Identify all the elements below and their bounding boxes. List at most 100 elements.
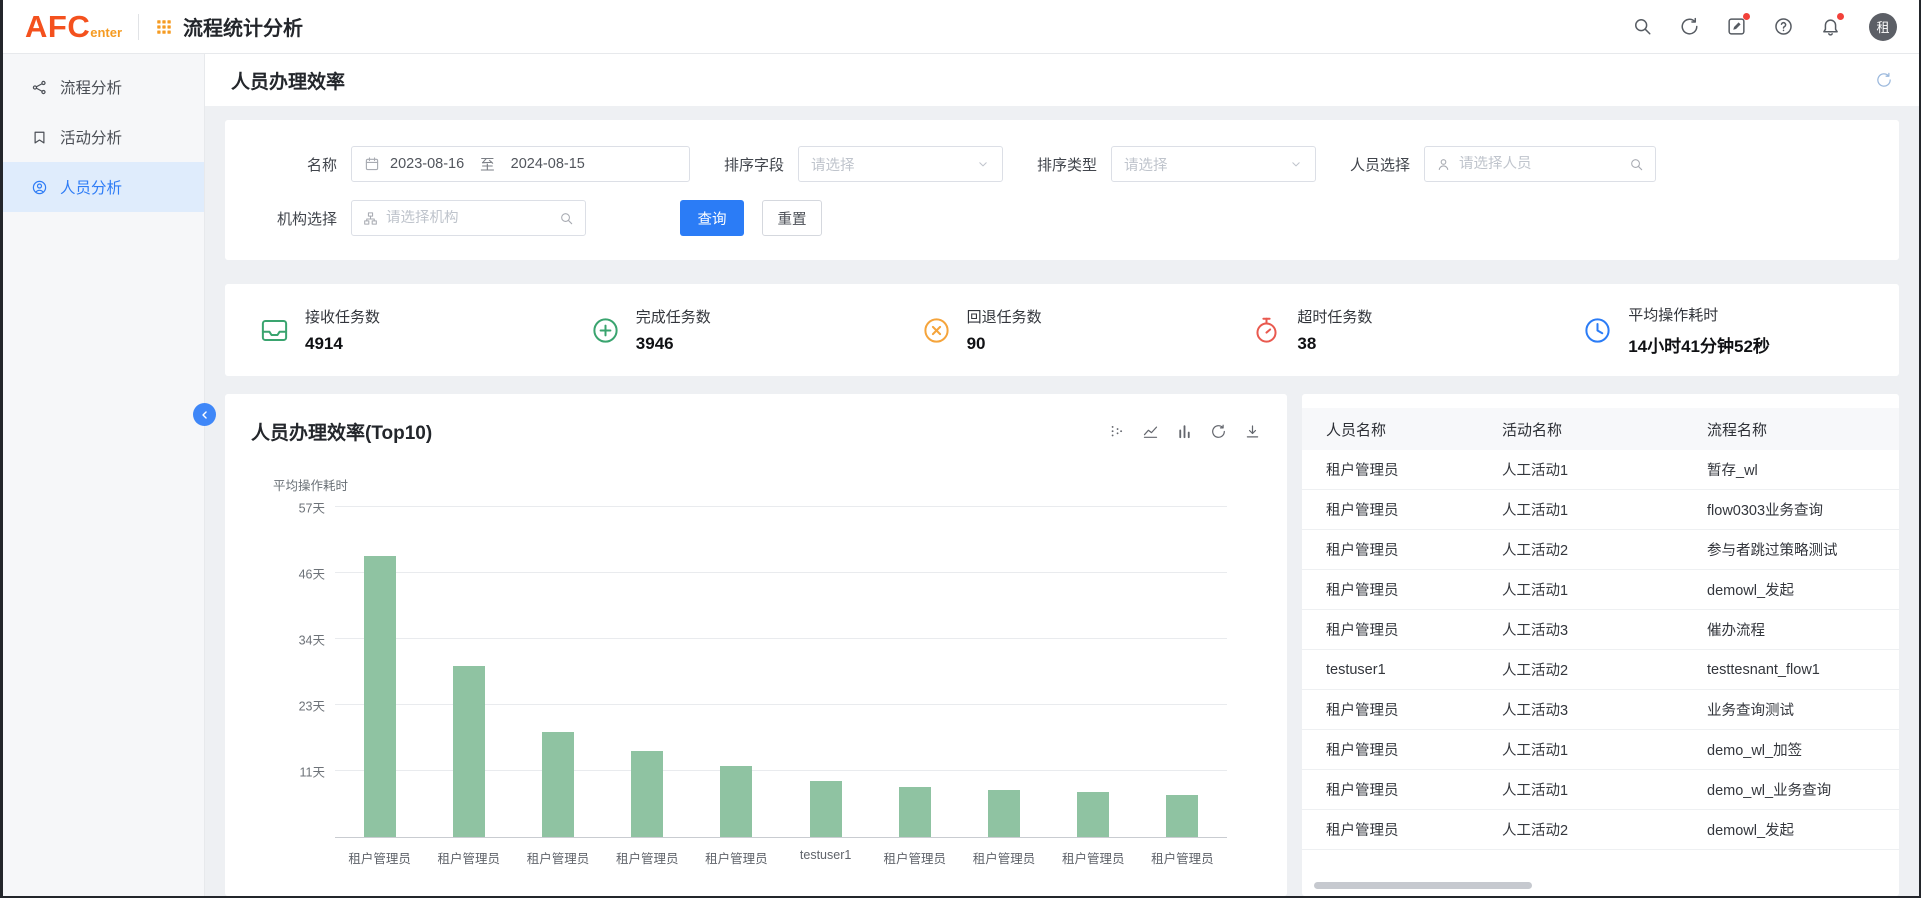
table-row[interactable]: 租户管理员人工活动1demowl_发起 xyxy=(1302,570,1899,610)
start-date[interactable]: 2023-08-16 xyxy=(390,156,464,172)
sidebar-collapse-button[interactable] xyxy=(193,403,216,426)
header-actions xyxy=(1632,16,1841,37)
person-select-input[interactable] xyxy=(1459,156,1621,172)
date-range-picker[interactable]: 2023-08-16 至 2024-08-15 xyxy=(351,146,690,182)
filter-panel: 名称 2023-08-16 至 2024-08-15 排序字段 请选 xyxy=(225,120,1899,260)
search-icon[interactable] xyxy=(1632,16,1653,37)
search-icon xyxy=(1629,157,1644,172)
data-view-icon[interactable] xyxy=(1108,423,1125,440)
bar-series: 租户管理员租户管理员租户管理员租户管理员租户管理员testuser1租户管理员租… xyxy=(335,507,1227,837)
download-icon[interactable] xyxy=(1244,423,1261,440)
plus-circle-icon xyxy=(590,315,621,346)
bar[interactable] xyxy=(631,751,663,837)
bar[interactable] xyxy=(1077,792,1109,837)
bar-slot: 租户管理员 xyxy=(335,507,424,837)
stat-label: 回退任务数 xyxy=(967,306,1042,327)
query-button[interactable]: 查询 xyxy=(680,200,744,236)
table-cell: 租户管理员 xyxy=(1302,539,1502,560)
x-tick-label: 租户管理员 xyxy=(1062,848,1125,867)
stat-label: 完成任务数 xyxy=(636,306,711,327)
table-header: 人员名称活动名称流程名称 xyxy=(1302,408,1899,450)
chart-title: 人员办理效率(Top10) xyxy=(251,418,432,445)
end-date[interactable]: 2024-08-15 xyxy=(511,156,585,172)
table-row[interactable]: 租户管理员人工活动1暂存_wl xyxy=(1302,450,1899,490)
org-select-input[interactable] xyxy=(386,210,551,226)
bar[interactable] xyxy=(720,766,752,837)
x-tick-label: 租户管理员 xyxy=(973,848,1036,867)
scrollbar-thumb[interactable] xyxy=(1314,882,1532,889)
date-separator: 至 xyxy=(480,154,495,175)
avatar[interactable]: 租 xyxy=(1869,13,1897,41)
filter-row-2: 机构选择 查询 重置 xyxy=(251,200,1873,236)
bottom-row: 人员办理效率(Top10) 平均操作耗时 11天23天34天46天57天租户管理… xyxy=(225,394,1899,896)
table-cell: flow0303业务查询 xyxy=(1707,499,1899,520)
bar[interactable] xyxy=(1166,795,1198,837)
person-select-field[interactable] xyxy=(1424,146,1656,182)
table-row[interactable]: 租户管理员人工活动2参与者跳过策略测试 xyxy=(1302,530,1899,570)
reset-button[interactable]: 重置 xyxy=(762,200,822,236)
bar[interactable] xyxy=(364,556,396,837)
stat-value: 38 xyxy=(1297,334,1372,354)
restore-icon[interactable] xyxy=(1210,423,1227,440)
table-row[interactable]: 租户管理员人工活动1demo_wl_业务查询 xyxy=(1302,770,1899,810)
page-title: 人员办理效率 xyxy=(231,67,345,94)
sort-field-select[interactable]: 请选择 xyxy=(798,146,1003,182)
bar[interactable] xyxy=(453,666,485,837)
table-cell: 人工活动1 xyxy=(1502,499,1707,520)
sidebar-item-process[interactable]: 流程分析 xyxy=(3,62,204,112)
column-header: 活动名称 xyxy=(1502,419,1707,440)
person-select-group: 人员选择 xyxy=(1350,146,1656,182)
table-cell: 租户管理员 xyxy=(1302,499,1502,520)
sort-type-select[interactable]: 请选择 xyxy=(1111,146,1316,182)
y-tick-label: 11天 xyxy=(300,762,325,781)
bar-chart-icon[interactable] xyxy=(1176,423,1193,440)
stat-card: 完成任务数 3946 xyxy=(566,306,897,354)
table-row[interactable]: 租户管理员人工活动1flow0303业务查询 xyxy=(1302,490,1899,530)
table-cell: testtesnant_flow1 xyxy=(1707,662,1899,678)
top-header: AFC enter 流程统计分析 租 xyxy=(3,0,1919,54)
app-window: AFC enter 流程统计分析 租 流程分析活动分析人员分析 人员办理效率 名… xyxy=(0,0,1921,898)
apps-grid-icon[interactable] xyxy=(155,18,173,36)
y-tick-label: 23天 xyxy=(299,696,325,715)
stat-card: 平均操作耗时14小时41分钟52秒 xyxy=(1558,304,1889,357)
bar[interactable] xyxy=(542,732,574,837)
org-select-field[interactable] xyxy=(351,200,586,236)
name-filter-label: 名称 xyxy=(251,154,337,175)
table-cell: 催办流程 xyxy=(1707,619,1899,640)
sidebar-item-label: 活动分析 xyxy=(60,126,122,148)
stat-value: 3946 xyxy=(636,334,711,354)
logo-text: AFC xyxy=(25,9,90,45)
bar-slot: 租户管理员 xyxy=(1138,507,1227,837)
y-tick-label: 34天 xyxy=(299,630,325,649)
sidebar-item-personnel[interactable]: 人员分析 xyxy=(3,162,204,212)
stat-card: 接收任务数4914 xyxy=(235,306,566,354)
table-row[interactable]: 租户管理员人工活动2demowl_发起 xyxy=(1302,810,1899,850)
bar-slot: 租户管理员 xyxy=(1049,507,1138,837)
x-tick-label: 租户管理员 xyxy=(348,848,411,867)
table-cell: demo_wl_业务查询 xyxy=(1707,779,1899,800)
history-icon[interactable] xyxy=(1679,16,1700,37)
line-chart-icon[interactable] xyxy=(1142,423,1159,440)
logo-subtext: enter xyxy=(90,25,122,40)
sort-type-placeholder: 请选择 xyxy=(1124,154,1168,175)
table-cell: 租户管理员 xyxy=(1302,579,1502,600)
table-row[interactable]: 租户管理员人工活动3催办流程 xyxy=(1302,610,1899,650)
refresh-icon[interactable] xyxy=(1875,71,1893,89)
bell-icon[interactable] xyxy=(1820,16,1841,37)
org-select-label: 机构选择 xyxy=(251,208,337,229)
bar[interactable] xyxy=(899,787,931,837)
sidebar-item-activity[interactable]: 活动分析 xyxy=(3,112,204,162)
table-row[interactable]: testuser1人工活动2testtesnant_flow1 xyxy=(1302,650,1899,690)
horizontal-scrollbar[interactable] xyxy=(1314,882,1887,889)
table-row[interactable]: 租户管理员人工活动3业务查询测试 xyxy=(1302,690,1899,730)
sidebar: 流程分析活动分析人员分析 xyxy=(3,54,205,896)
x-tick-label: 租户管理员 xyxy=(884,848,947,867)
bar[interactable] xyxy=(988,790,1020,837)
stat-label: 平均操作耗时 xyxy=(1628,304,1770,325)
afcenter-logo[interactable]: AFC enter xyxy=(25,9,122,45)
help-icon[interactable] xyxy=(1773,16,1794,37)
table-row[interactable]: 租户管理员人工活动1demo_wl_加签 xyxy=(1302,730,1899,770)
divider xyxy=(138,14,139,40)
bar[interactable] xyxy=(810,781,842,837)
edit-icon[interactable] xyxy=(1726,16,1747,37)
